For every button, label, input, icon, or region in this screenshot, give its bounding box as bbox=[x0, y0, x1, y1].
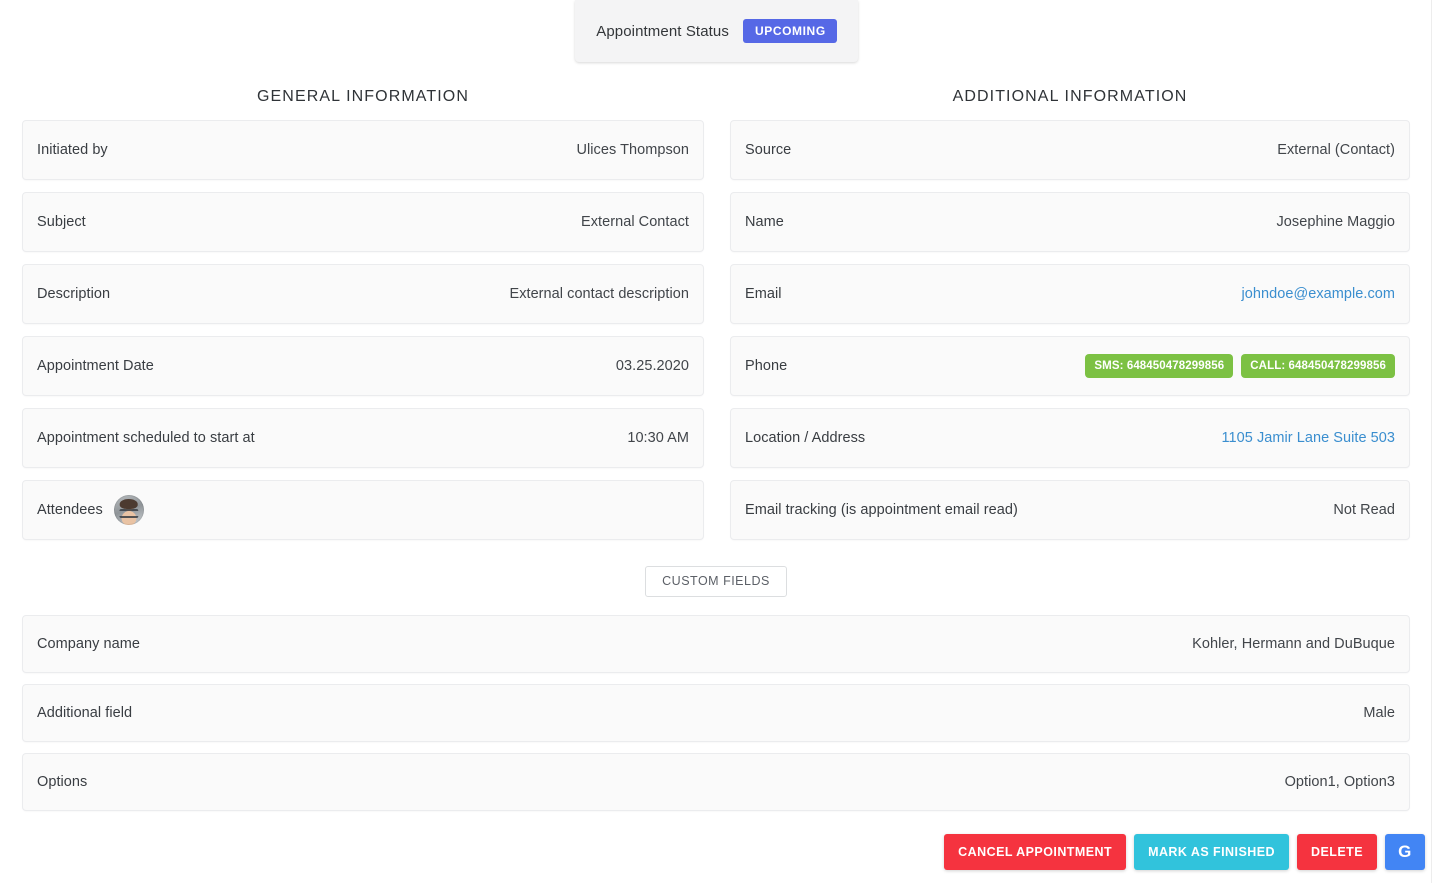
row-initiated-by: Initiated by Ulices Thompson bbox=[22, 120, 704, 180]
custom-fields-list: Company name Kohler, Hermann and DuBuque… bbox=[22, 615, 1410, 822]
row-value: Kohler, Hermann and DuBuque bbox=[1192, 636, 1395, 652]
row-value: Ulices Thompson bbox=[576, 142, 689, 158]
general-information-list: Initiated by Ulices Thompson Subject Ext… bbox=[22, 120, 704, 552]
row-label: Options bbox=[37, 774, 87, 790]
row-source: Source External (Contact) bbox=[730, 120, 1410, 180]
appointment-detail-page: Appointment Status UPCOMING GENERAL INFO… bbox=[0, 0, 1445, 883]
row-options: Options Option1, Option3 bbox=[22, 753, 1410, 811]
row-appointment-start-time: Appointment scheduled to start at 10:30 … bbox=[22, 408, 704, 468]
row-value: 03.25.2020 bbox=[616, 358, 689, 374]
appointment-status-card: Appointment Status UPCOMING bbox=[575, 0, 858, 62]
row-label: Email bbox=[745, 286, 782, 302]
row-label: Source bbox=[745, 142, 791, 158]
row-email-tracking: Email tracking (is appointment email rea… bbox=[730, 480, 1410, 540]
row-label: Email tracking (is appointment email rea… bbox=[745, 502, 1018, 518]
row-appointment-date: Appointment Date 03.25.2020 bbox=[22, 336, 704, 396]
email-link[interactable]: johndoe@example.com bbox=[1241, 286, 1395, 302]
custom-fields-toggle-wrap: CUSTOM FIELDS bbox=[0, 566, 1432, 597]
row-phone: Phone SMS: 648450478299856 CALL: 6484504… bbox=[730, 336, 1410, 396]
call-button[interactable]: CALL: 648450478299856 bbox=[1241, 354, 1395, 379]
row-label: Description bbox=[37, 286, 110, 302]
row-additional-field: Additional field Male bbox=[22, 684, 1410, 742]
row-attendees: Attendees bbox=[22, 480, 704, 540]
additional-information-list: Source External (Contact) Name Josephine… bbox=[730, 120, 1410, 552]
row-label: Initiated by bbox=[37, 142, 108, 158]
cancel-appointment-button[interactable]: CANCEL APPOINTMENT bbox=[944, 834, 1126, 870]
footer-action-bar: CANCEL APPOINTMENT MARK AS FINISHED DELE… bbox=[944, 834, 1425, 870]
row-subject: Subject External Contact bbox=[22, 192, 704, 252]
row-value: External Contact bbox=[581, 214, 689, 230]
delete-button[interactable]: DELETE bbox=[1297, 834, 1377, 870]
attendee-avatar[interactable] bbox=[114, 495, 144, 525]
row-label: Phone bbox=[745, 358, 787, 374]
row-value: Option1, Option3 bbox=[1285, 774, 1395, 790]
google-calendar-icon-button[interactable]: G bbox=[1385, 834, 1425, 870]
attendees-group: Attendees bbox=[37, 495, 144, 525]
row-description: Description External contact description bbox=[22, 264, 704, 324]
row-value: Male bbox=[1363, 705, 1395, 721]
row-company-name: Company name Kohler, Hermann and DuBuque bbox=[22, 615, 1410, 673]
row-value: External contact description bbox=[509, 286, 689, 302]
row-location-address: Location / Address 1105 Jamir Lane Suite… bbox=[730, 408, 1410, 468]
row-name: Name Josephine Maggio bbox=[730, 192, 1410, 252]
sms-button[interactable]: SMS: 648450478299856 bbox=[1085, 354, 1233, 379]
row-value: 10:30 AM bbox=[627, 430, 689, 446]
row-label: Appointment Date bbox=[37, 358, 154, 374]
location-link[interactable]: 1105 Jamir Lane Suite 503 bbox=[1222, 430, 1396, 446]
row-label: Additional field bbox=[37, 705, 132, 721]
row-label: Name bbox=[745, 214, 784, 230]
general-information-heading: GENERAL INFORMATION bbox=[22, 88, 704, 106]
row-label: Subject bbox=[37, 214, 86, 230]
custom-fields-toggle-button[interactable]: CUSTOM FIELDS bbox=[645, 566, 787, 597]
mark-as-finished-button[interactable]: MARK AS FINISHED bbox=[1134, 834, 1289, 870]
row-value: Josephine Maggio bbox=[1277, 214, 1396, 230]
additional-information-heading: ADDITIONAL INFORMATION bbox=[730, 88, 1410, 106]
status-badge[interactable]: UPCOMING bbox=[743, 19, 837, 43]
row-value: Not Read bbox=[1333, 502, 1395, 518]
row-label: Location / Address bbox=[745, 430, 865, 446]
appointment-status-label: Appointment Status bbox=[596, 23, 729, 40]
row-email: Email johndoe@example.com bbox=[730, 264, 1410, 324]
row-label: Company name bbox=[37, 636, 140, 652]
row-label: Appointment scheduled to start at bbox=[37, 430, 255, 446]
page-edge-divider bbox=[1431, 0, 1432, 883]
row-value: External (Contact) bbox=[1277, 142, 1395, 158]
phone-action-pills: SMS: 648450478299856 CALL: 6484504782998… bbox=[1085, 354, 1395, 379]
row-label: Attendees bbox=[37, 502, 103, 518]
